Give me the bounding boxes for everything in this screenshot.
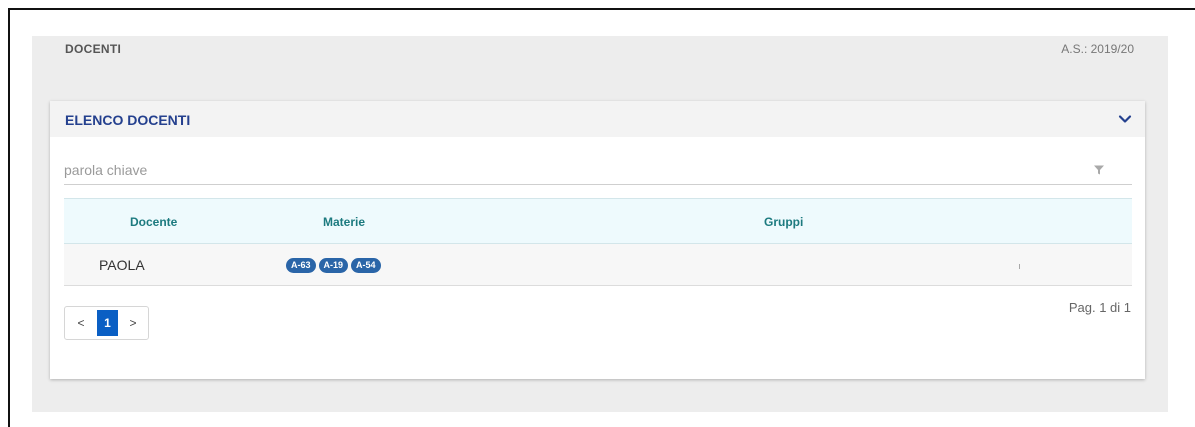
subject-badge[interactable]: A-63 <box>286 258 316 273</box>
subject-badge[interactable]: A-19 <box>318 258 349 273</box>
docenti-section: DOCENTI A.S.: 2019/20 ELENCO DOCENTI Doc… <box>32 36 1168 412</box>
column-header-docente[interactable]: Docente <box>130 215 177 229</box>
next-page-button[interactable]: > <box>118 307 148 339</box>
chevron-down-icon[interactable] <box>1117 111 1133 127</box>
keyword-search <box>64 151 1132 185</box>
column-header-materie[interactable]: Materie <box>323 215 365 229</box>
column-header-gruppi[interactable]: Gruppi <box>764 215 803 229</box>
subject-badge[interactable]: A-54 <box>351 258 381 273</box>
page-info: Pag. 1 di 1 <box>1068 300 1131 315</box>
teachers-table: Docente Materie Gruppi PAOLA A-63 A-19 A… <box>64 198 1132 286</box>
panel-header[interactable]: ELENCO DOCENTI <box>50 101 1145 137</box>
table-row[interactable]: PAOLA A-63 A-19 A-54 <box>64 244 1132 286</box>
pagination: < 1 > <box>64 306 149 340</box>
groups-cell <box>1019 264 1020 269</box>
page-1-button[interactable]: 1 <box>97 310 118 336</box>
page-title: DOCENTI <box>65 42 122 56</box>
teacher-name: PAOLA <box>99 257 145 273</box>
teacher-list-panel: ELENCO DOCENTI Docente Materie Gruppi PA… <box>50 101 1145 379</box>
search-input[interactable] <box>64 160 1064 180</box>
panel-title: ELENCO DOCENTI <box>65 112 191 128</box>
subject-badges: A-63 A-19 A-54 <box>286 258 381 273</box>
school-year-label: A.S.: 2019/20 <box>1061 42 1134 56</box>
filter-icon[interactable] <box>1093 164 1105 176</box>
previous-page-button[interactable]: < <box>65 307 97 339</box>
table-header: Docente Materie Gruppi <box>64 198 1132 244</box>
